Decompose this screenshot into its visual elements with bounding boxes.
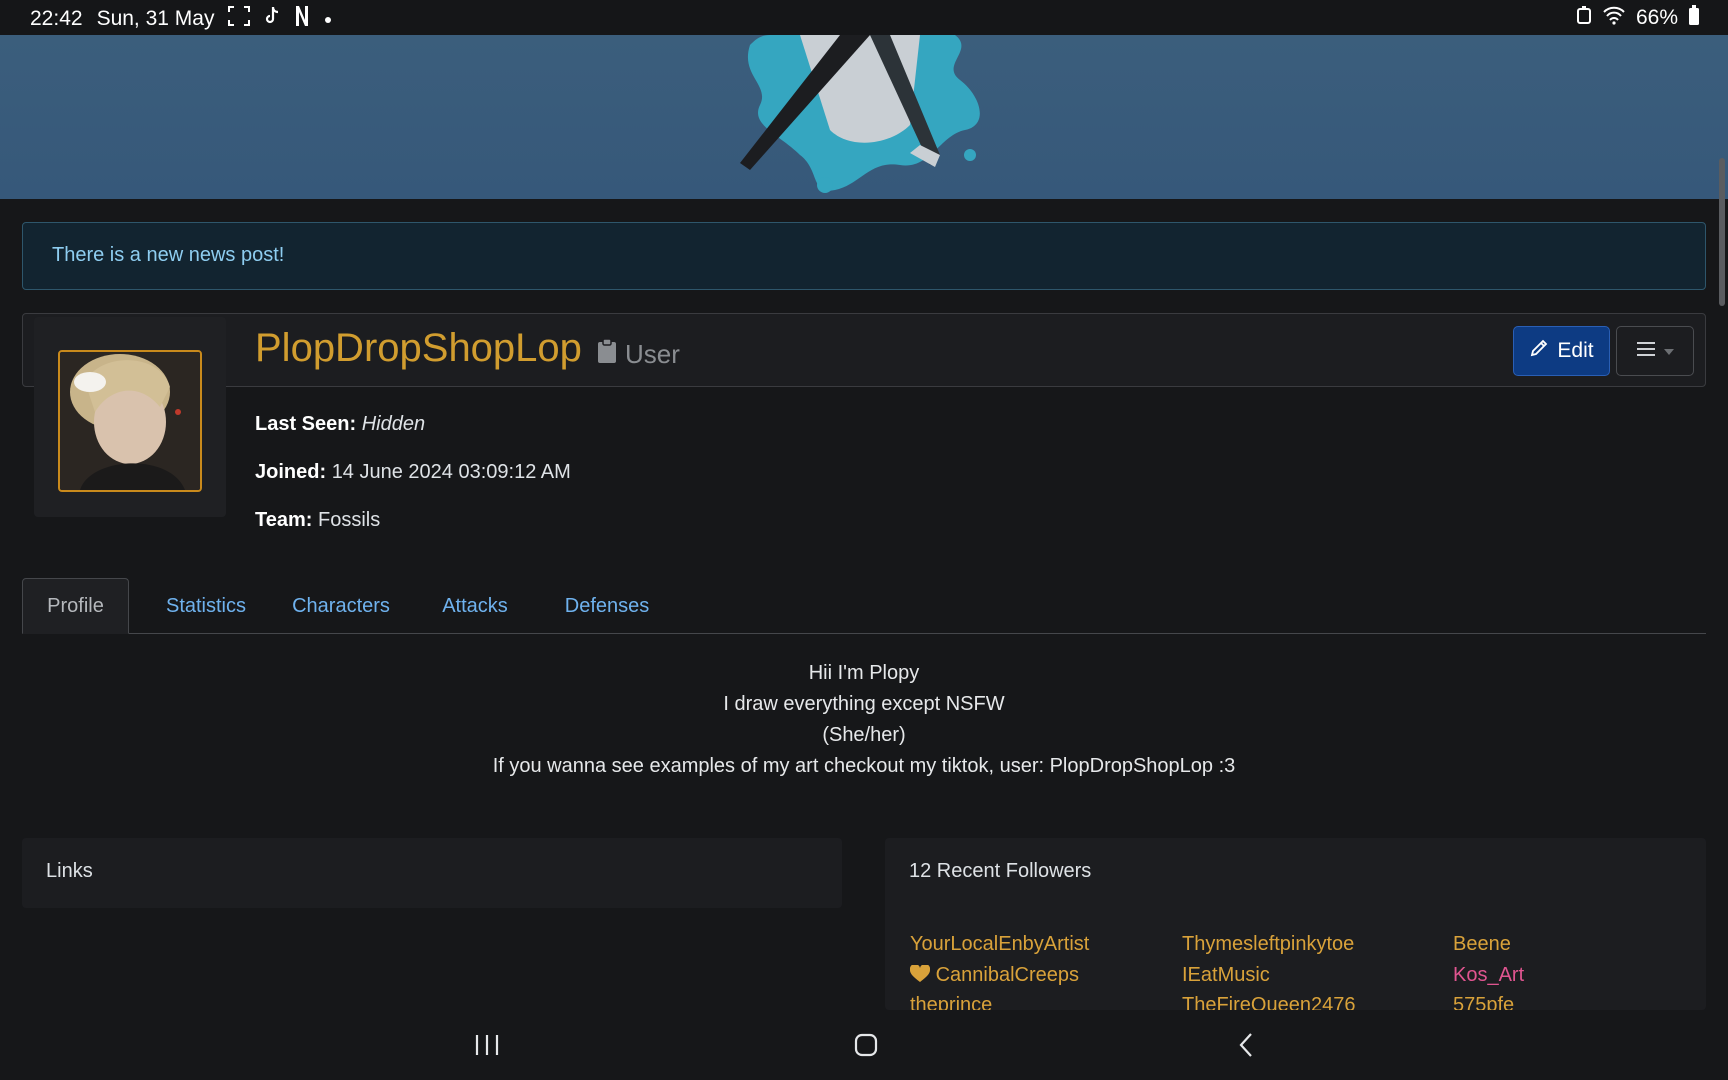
system-nav-bar [0, 1010, 1728, 1080]
battery-icon [1688, 5, 1700, 30]
status-bar: 22:42 Sun, 31 May 66% [0, 0, 1728, 35]
news-alert-text[interactable]: There is a new news post! [52, 244, 284, 267]
follower-name: CannibalCreeps [935, 964, 1079, 986]
bio-line: (She/her) [822, 724, 906, 746]
tab-defenses[interactable]: Defenses [552, 578, 662, 634]
follower-link[interactable]: 575pfe [1453, 994, 1514, 1010]
links-card-title: Links [46, 860, 93, 882]
team-value[interactable]: Fossils [318, 509, 380, 531]
hamburger-icon [1636, 341, 1656, 362]
profile-menu-dropdown[interactable] [1616, 326, 1694, 376]
joined-value: 14 June 2024 03:09:12 AM [331, 461, 571, 483]
home-button[interactable] [846, 1030, 886, 1060]
followers-card-title: 12 Recent Followers [909, 860, 1092, 882]
follower-link[interactable]: TheFireQueen2476 [1182, 994, 1355, 1010]
tab-characters[interactable]: Characters [284, 578, 398, 634]
recent-apps-button[interactable] [467, 1030, 507, 1060]
home-icon [854, 1033, 878, 1057]
notification-dot-icon [324, 8, 332, 29]
bio-line: I draw everything except NSFW [723, 693, 1005, 715]
follower-link-with-icon[interactable]: CannibalCreeps [909, 963, 1079, 987]
screenshot-icon [228, 6, 251, 31]
tab-statistics[interactable]: Statistics [151, 578, 261, 634]
profile-tabs: Profile Statistics Characters Attacks De… [22, 578, 1706, 634]
bio-line: Hii I'm Plopy [808, 662, 920, 684]
follower-link[interactable]: Thymesleftpinkytoe [1182, 933, 1354, 956]
recent-apps-icon [475, 1035, 499, 1055]
clipboard-icon [597, 338, 617, 371]
last-seen-value: Hidden [361, 413, 426, 435]
follower-link[interactable]: YourLocalEnbyArtist [910, 933, 1089, 956]
joined-row: Joined: 14 June 2024 03:09:12 AM [255, 461, 571, 484]
alarm-icon [1576, 5, 1592, 30]
profile-role-label: User [625, 339, 680, 369]
team-row: Team: Fossils [255, 509, 380, 532]
last-seen-label: Last Seen: [255, 413, 357, 435]
battery-percent: 66% [1635, 5, 1678, 29]
bio-line: If you wanna see examples of my art chec… [492, 755, 1236, 777]
news-alert[interactable]: There is a new news post! [22, 222, 1706, 290]
profile-username: PlopDropShopLop [255, 326, 582, 370]
page-scrollbar[interactable] [1719, 158, 1725, 306]
tab-profile[interactable]: Profile [22, 578, 129, 634]
profile-bio: Hii I'm Plopy I draw everything except N… [0, 658, 1728, 782]
heart-icon [909, 963, 936, 986]
wifi-icon [1602, 5, 1626, 30]
links-card: Links [22, 838, 842, 908]
follower-link[interactable]: IEatMusic [1182, 964, 1270, 987]
follower-link[interactable]: Beene [1453, 933, 1511, 956]
joined-label: Joined: [255, 461, 327, 483]
team-label: Team: [255, 509, 313, 531]
back-icon [1239, 1033, 1252, 1057]
pencil-icon [1529, 338, 1549, 364]
site-logo [740, 35, 980, 193]
site-banner [0, 35, 1728, 199]
status-date: Sun, 31 May [96, 6, 215, 30]
tab-attacks[interactable]: Attacks [432, 578, 518, 634]
netflix-icon [294, 5, 310, 32]
follower-link[interactable]: Kos_Art [1453, 964, 1524, 987]
status-time: 22:42 [30, 6, 83, 30]
tiktok-icon [264, 6, 280, 31]
profile-role: User [597, 338, 680, 371]
edit-profile-button[interactable]: Edit [1513, 326, 1610, 376]
follower-link[interactable]: theprince [910, 994, 992, 1010]
caret-down-icon [1664, 342, 1674, 360]
last-seen-row: Last Seen: Hidden [255, 413, 425, 436]
avatar[interactable] [58, 350, 202, 492]
back-button[interactable] [1226, 1030, 1266, 1060]
edit-button-label: Edit [1557, 339, 1594, 362]
